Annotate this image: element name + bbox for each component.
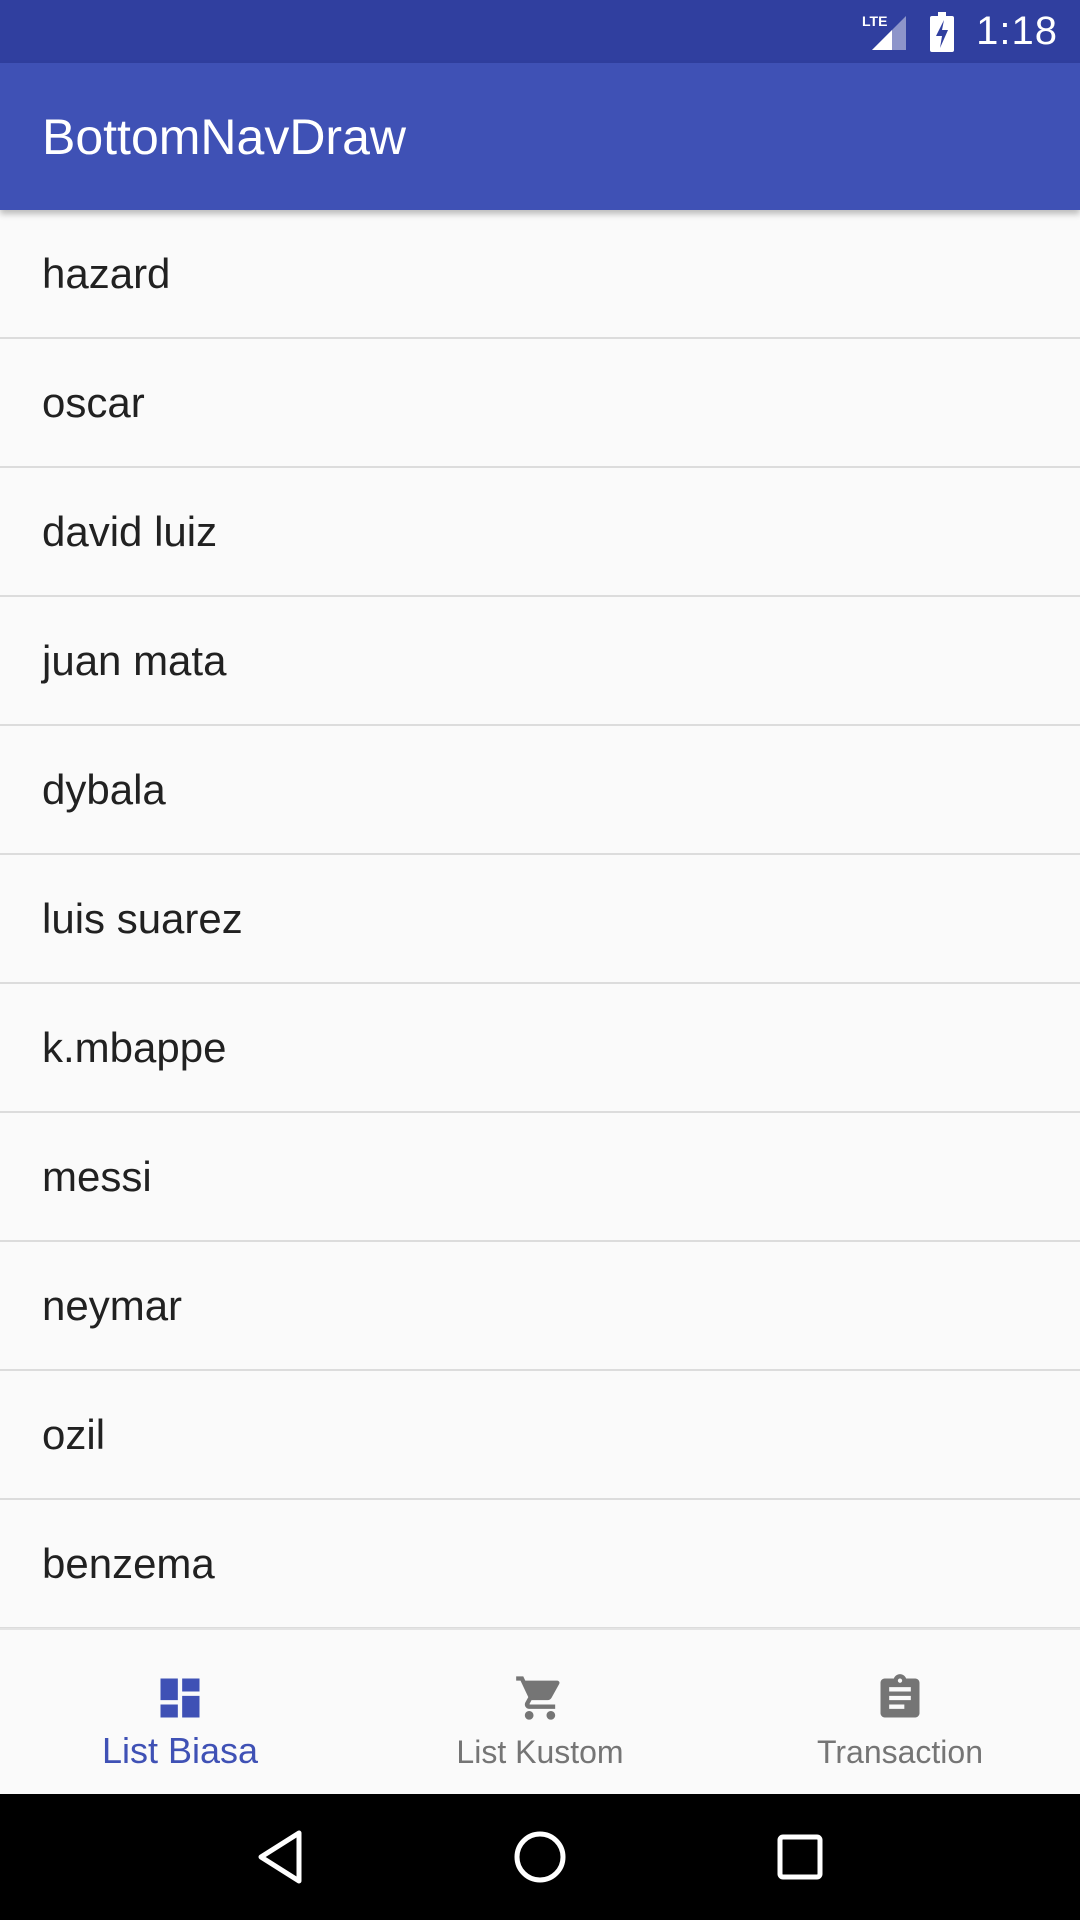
cart-icon bbox=[516, 1676, 560, 1720]
nav-label: List Biasa bbox=[101, 1730, 259, 1771]
recents-square-icon bbox=[777, 1834, 823, 1880]
list-item[interactable]: ozil bbox=[0, 1371, 1080, 1500]
nav-item-list-biasa[interactable]: List Biasa bbox=[0, 1630, 360, 1794]
back-triangle-icon bbox=[258, 1830, 302, 1884]
list-item[interactable]: k.mbappe bbox=[0, 984, 1080, 1113]
lte-signal-icon: LTE bbox=[862, 12, 908, 52]
network-label: LTE bbox=[862, 13, 887, 29]
status-time: 1:18 bbox=[976, 9, 1058, 53]
nav-item-transaction[interactable]: Transaction bbox=[720, 1630, 1080, 1794]
list-item-label: david luiz bbox=[42, 507, 218, 555]
list-item[interactable]: messi bbox=[0, 1113, 1080, 1242]
battery-charging-icon bbox=[930, 11, 955, 52]
list-item[interactable]: dybala bbox=[0, 726, 1080, 855]
bottom-navigation: List Biasa List Kustom Transaction bbox=[0, 1628, 1080, 1794]
list-item[interactable]: david luiz bbox=[0, 468, 1080, 597]
list-item[interactable]: luis suarez bbox=[0, 855, 1080, 984]
list-item-label: benzema bbox=[42, 1539, 215, 1587]
list-item-label: neymar bbox=[42, 1281, 183, 1329]
list-item[interactable]: juan mata bbox=[0, 597, 1080, 726]
back-button[interactable] bbox=[250, 1827, 310, 1887]
nav-label: List Kustom bbox=[456, 1734, 624, 1770]
list-item-label: juan mata bbox=[42, 636, 227, 684]
home-button[interactable] bbox=[510, 1827, 570, 1887]
list-item-label: luis suarez bbox=[42, 894, 243, 942]
home-circle-icon bbox=[514, 1831, 566, 1883]
app-title: BottomNavDraw bbox=[42, 108, 406, 165]
list-item-label: messi bbox=[42, 1152, 152, 1200]
dashboard-icon bbox=[160, 1678, 200, 1718]
status-bar: LTE 1:18 bbox=[0, 0, 1080, 63]
list-item-label: dybala bbox=[42, 765, 166, 813]
player-list: hazard oscar david luiz juan mata dybala… bbox=[0, 210, 1080, 1629]
list-item[interactable]: hazard bbox=[0, 210, 1080, 339]
system-navigation-bar bbox=[0, 1794, 1080, 1920]
clipboard-icon bbox=[880, 1674, 920, 1718]
list-item-label: oscar bbox=[42, 378, 145, 426]
list-item[interactable]: neymar bbox=[0, 1242, 1080, 1371]
recents-button[interactable] bbox=[770, 1827, 830, 1887]
list-item-label: ozil bbox=[42, 1410, 106, 1458]
list-item[interactable]: benzema bbox=[0, 1500, 1080, 1629]
list-item[interactable]: oscar bbox=[0, 339, 1080, 468]
nav-label: Transaction bbox=[817, 1734, 983, 1770]
nav-item-list-kustom[interactable]: List Kustom bbox=[360, 1630, 720, 1794]
list-item-label: hazard bbox=[42, 249, 171, 297]
list-item-label: k.mbappe bbox=[42, 1023, 227, 1071]
app-bar: BottomNavDraw bbox=[0, 63, 1080, 210]
